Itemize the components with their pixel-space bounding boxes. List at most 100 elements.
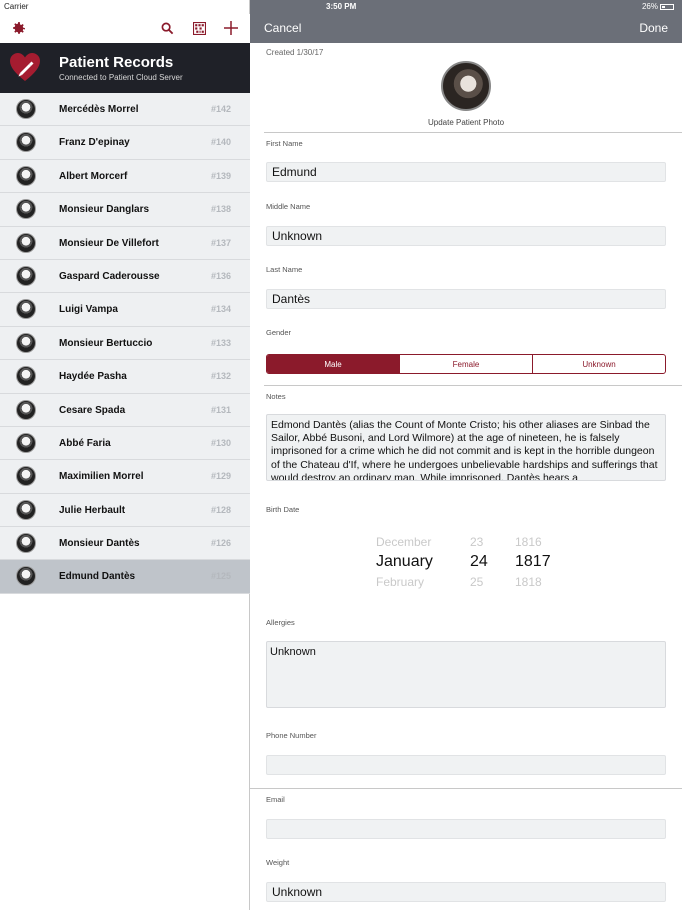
allergies-textarea[interactable]: Unknown: [266, 641, 666, 708]
gear-icon: [13, 22, 25, 34]
patient-name: Albert Morcerf: [59, 170, 128, 182]
middle-name-label: Middle Name: [266, 202, 311, 211]
patient-row[interactable]: Luigi Vampa #134: [0, 293, 250, 327]
scan-qr-button[interactable]: [189, 18, 209, 38]
patient-row[interactable]: Gaspard Caderousse #136: [0, 259, 250, 294]
first-name-field[interactable]: Edmund: [266, 162, 666, 182]
patient-row[interactable]: Mercédès Morrel #142: [0, 93, 250, 127]
avatar: [16, 99, 36, 119]
patient-number: #132: [210, 371, 231, 382]
picker-month: January: [376, 553, 433, 570]
patient-row[interactable]: Monsieur Dantès #126: [0, 527, 250, 561]
patient-detail-pane: Cancel Done Created 1/30/17 Update Patie…: [250, 0, 682, 910]
phone-field[interactable]: [266, 755, 666, 775]
plus-icon: [224, 21, 238, 35]
divider: [250, 788, 682, 789]
patient-name: Franz D'epinay: [59, 137, 130, 149]
patient-row[interactable]: Cesare Spada #131: [0, 393, 250, 427]
patient-row[interactable]: Maximilien Morrel #129: [0, 460, 250, 494]
notes-textarea[interactable]: Edmond Dantès (alias the Count of Monte …: [266, 414, 666, 481]
last-name-label: Last Name: [266, 265, 303, 274]
patient-list: Mercédès Morrel #142 Franz D'epinay #140 A…: [0, 93, 250, 594]
picker-month-next: February: [376, 575, 425, 589]
battery-indicator: 26%: [642, 2, 674, 11]
patient-row[interactable]: Monsieur Danglars #138: [0, 193, 250, 227]
avatar: [16, 399, 36, 420]
qr-icon: [192, 21, 206, 35]
avatar: [16, 165, 36, 186]
patient-number: #131: [210, 404, 231, 415]
notes-label: Notes: [266, 392, 286, 401]
created-date: Created 1/30/17: [266, 48, 324, 57]
battery-icon: [660, 3, 674, 10]
email-field[interactable]: [266, 819, 666, 839]
patient-photo[interactable]: [441, 61, 491, 111]
patient-name: Maximilien Morrel: [59, 471, 144, 483]
last-name-field[interactable]: Dantès: [266, 289, 666, 309]
phone-label: Phone Number: [266, 731, 317, 740]
avatar: [16, 199, 36, 220]
gender-option-female[interactable]: Female: [399, 355, 532, 373]
middle-name-field[interactable]: Unknown: [266, 226, 666, 246]
patient-row[interactable]: Albert Morcerf #139: [0, 159, 250, 194]
first-name-label: First Name: [266, 139, 303, 148]
patient-row[interactable]: Julie Herbault #128: [0, 493, 250, 528]
patient-number: #137: [210, 237, 231, 248]
gender-segmented-control: Male Female Unknown: [266, 354, 666, 374]
avatar: [16, 265, 36, 286]
patient-row[interactable]: Haydée Pasha #132: [0, 360, 250, 394]
settings-button[interactable]: [9, 18, 29, 38]
gender-option-male[interactable]: Male: [267, 355, 399, 373]
patient-name: Monsieur Dantès: [59, 538, 140, 550]
patient-name: Haydée Pasha: [59, 371, 127, 383]
patient-row[interactable]: Monsieur Bertuccio #133: [0, 326, 250, 361]
weight-field[interactable]: Unknown: [266, 882, 666, 902]
app-header: Patient Records Connected to Patient Clo…: [0, 43, 250, 93]
patient-number: #139: [210, 170, 231, 181]
cancel-button[interactable]: Cancel: [264, 21, 301, 35]
patient-number: #125: [210, 571, 231, 582]
patient-name: Luigi Vampa: [59, 304, 118, 316]
update-photo-button[interactable]: Update Patient Photo: [250, 118, 682, 127]
picker-day: 24: [470, 553, 488, 570]
patient-number: #133: [210, 337, 231, 348]
patient-name: Cesare Spada: [59, 404, 126, 416]
patient-number: #129: [210, 471, 231, 482]
birth-date-label: Birth Date: [266, 505, 300, 514]
avatar: [16, 299, 36, 320]
patient-row[interactable]: Abbé Faria #130: [0, 426, 250, 461]
patient-row[interactable]: Franz D'epinay #140: [0, 126, 250, 160]
avatar: [16, 566, 36, 587]
divider: [264, 385, 682, 386]
done-button[interactable]: Done: [639, 21, 668, 35]
email-label: Email: [266, 795, 285, 804]
patient-number: #136: [210, 270, 231, 281]
avatar: [16, 132, 36, 153]
picker-day-prev: 23: [470, 535, 484, 549]
left-toolbar: [0, 14, 250, 43]
gender-option-unknown[interactable]: Unknown: [532, 355, 665, 373]
picker-year-prev: 1816: [515, 535, 542, 549]
patient-number: #128: [210, 504, 231, 515]
picker-year-next: 1818: [515, 575, 542, 589]
add-patient-button[interactable]: [221, 18, 241, 38]
patient-name: Monsieur De Villefort: [59, 237, 159, 249]
patient-row[interactable]: Monsieur De Villefort #137: [0, 226, 250, 260]
picker-month-prev: December: [376, 535, 432, 549]
patient-name: Abbé Faria: [59, 437, 111, 449]
avatar: [16, 499, 36, 520]
patient-name: Monsieur Danglars: [59, 204, 150, 216]
patient-number: #142: [210, 104, 231, 114]
allergies-label: Allergies: [266, 618, 295, 627]
picker-day-next: 25: [470, 575, 484, 589]
patient-number: #138: [210, 204, 231, 215]
search-button[interactable]: [157, 18, 177, 38]
carrier-label: Carrier: [4, 2, 29, 11]
patient-name: Mercédès Morrel: [59, 104, 139, 115]
search-icon: [161, 22, 173, 34]
birth-date-picker[interactable]: December 23 1816 January 24 1817 Februar…: [370, 532, 570, 589]
divider: [264, 132, 682, 133]
patient-row-selected[interactable]: Edmund Dantès #125: [0, 560, 250, 594]
app-title: Patient Records: [59, 54, 174, 71]
patient-name: Gaspard Caderousse: [59, 270, 160, 282]
